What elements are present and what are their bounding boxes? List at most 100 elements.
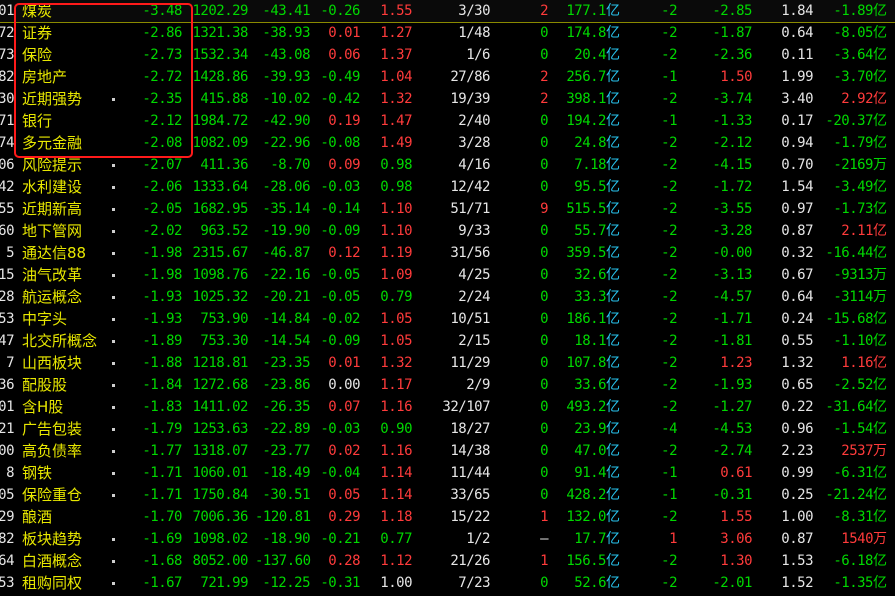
main-net-unit: 亿 <box>873 355 887 371</box>
sector-name[interactable]: 水利建设 <box>22 176 132 198</box>
table-row[interactable]: 30 近期强势 -2.35 415.88 -10.02 -0.42 1.32 19/39 2 39… <box>0 88 895 110</box>
table-row[interactable]: 06 风险提示 -2.07 411.36 -8.70 0.09 0.98 4/16 0 7.18 亿… <box>0 154 895 176</box>
table-row[interactable]: 53 中字头 -1.93 753.90 -14.84 -0.02 1.05 10/51 0 186… <box>0 308 895 330</box>
main-flow-pct: -2.12 <box>712 135 752 151</box>
net-flow-level: -2 <box>661 509 677 525</box>
sector-name[interactable]: 房地产 <box>22 66 132 88</box>
row-code: 05 <box>0 487 15 503</box>
price: 1098.76 <box>192 267 248 283</box>
net-flow-level: -2 <box>661 355 677 371</box>
volume-ratio: 1.37 <box>380 47 412 63</box>
table-row[interactable]: 29 酿酒 -1.70 7006.36 -120.81 0.29 1.18 15/22 1 132… <box>0 506 895 528</box>
sector-name[interactable]: 地下管网 <box>22 220 132 242</box>
change-pct: -1.89 <box>142 333 182 349</box>
sector-name[interactable]: 银行 <box>22 110 132 132</box>
volume-ratio: 1.14 <box>380 465 412 481</box>
sector-name[interactable]: 板块趋势 <box>22 528 132 550</box>
table-row[interactable]: 8 钢铁 -1.71 1060.01 -18.49 -0.04 1.14 11/44 0 91.4… <box>0 462 895 484</box>
net-flow-level: -2 <box>661 135 677 151</box>
table-row[interactable]: 00 高负债率 -1.77 1318.07 -23.77 0.02 1.16 14/38 0 47… <box>0 440 895 462</box>
sector-name[interactable]: 近期强势 <box>22 88 132 110</box>
row-code: 71 <box>0 113 15 129</box>
turnover-rate: 0.64 <box>781 289 813 305</box>
main-net-amount: -8.05 <box>833 25 873 41</box>
table-row[interactable]: 82 房地产 -2.72 1428.86 -39.93 -0.49 1.04 27/86 2 25… <box>0 66 895 88</box>
net-flow-level: -2 <box>661 91 677 107</box>
net-flow-level: -2 <box>661 289 677 305</box>
table-row[interactable]: 74 多元金融 -2.08 1082.09 -22.96 -0.08 1.49 3/28 0 24… <box>0 132 895 154</box>
main-net-unit: 亿 <box>873 245 887 261</box>
sector-name[interactable]: 山西板块 <box>22 352 132 374</box>
leading-count: — <box>540 531 548 547</box>
turnover-rate: 0.17 <box>781 113 813 129</box>
table-row[interactable]: 60 地下管网 -2.02 963.52 -19.90 -0.09 1.10 9/33 0 55.… <box>0 220 895 242</box>
leading-count: 0 <box>540 487 548 503</box>
table-row[interactable]: 01 煤炭 -3.48 1202.29 -43.41 -0.26 1.55 3/30 2 177.… <box>0 0 895 23</box>
table-row[interactable]: 47 北交所概念 -1.89 753.30 -14.54 -0.09 1.05 2/15 0 18… <box>0 330 895 352</box>
net-flow-level: -1 <box>661 465 677 481</box>
change-amount: -22.96 <box>262 135 310 151</box>
sector-name[interactable]: 高负债率 <box>22 440 132 462</box>
sector-name[interactable]: 通达信88 <box>22 242 132 264</box>
sector-name[interactable]: 白酒概念 <box>22 550 132 572</box>
table-row[interactable]: 05 保险重仓 -1.71 1750.84 -30.51 0.05 1.14 33/65 0 42… <box>0 484 895 506</box>
sector-name[interactable]: 配股股 <box>22 374 132 396</box>
custom-sector-marker-icon <box>112 406 115 409</box>
sector-name[interactable]: 酿酒 <box>22 506 132 528</box>
table-row[interactable]: 72 证券 -2.86 1321.38 -38.93 0.01 1.27 1/48 0 174.8… <box>0 22 895 44</box>
table-row[interactable]: 73 保险 -2.73 1532.34 -43.08 0.06 1.37 1/6 0 20.4 亿 -… <box>0 44 895 66</box>
amount-unit: 亿 <box>606 157 620 173</box>
table-row[interactable]: 21 广告包装 -1.79 1253.63 -22.89 -0.03 0.90 18/27 0 2… <box>0 418 895 440</box>
main-flow-pct: -1.87 <box>712 25 752 41</box>
sector-name[interactable]: 油气改革 <box>22 264 132 286</box>
main-net-amount: -3114 <box>833 289 873 305</box>
turnover-rate: 0.22 <box>781 399 813 415</box>
table-row[interactable]: 55 近期新高 -2.05 1682.95 -35.14 -0.14 1.10 51/71 9 5… <box>0 198 895 220</box>
rise-speed: 0.29 <box>328 509 360 525</box>
up-down-count: 2/24 <box>458 289 490 305</box>
table-row[interactable]: 5 通达信88 -1.98 2315.67 -46.87 0.12 1.19 31/56 0 35… <box>0 242 895 264</box>
table-row[interactable]: 64 白酒概念 -1.68 8052.00 -137.60 0.28 1.12 21/26 1 1… <box>0 550 895 572</box>
sector-name[interactable]: 北交所概念 <box>22 330 132 352</box>
table-row[interactable]: 36 配股股 -1.84 1272.68 -23.86 0.00 1.17 2/9 0 33.6 亿… <box>0 374 895 396</box>
table-row[interactable]: 28 航运概念 -1.93 1025.32 -20.21 -0.05 0.79 2/24 0 33… <box>0 286 895 308</box>
sector-name[interactable]: 租购同权 <box>22 572 132 594</box>
row-code: 28 <box>0 289 15 305</box>
amount-unit: 亿 <box>606 25 620 41</box>
sector-name[interactable]: 风险提示 <box>22 154 132 176</box>
turnover-amount: 398.1 <box>566 91 606 107</box>
sector-name[interactable]: 证券 <box>22 22 132 44</box>
turnover-rate: 0.87 <box>781 223 813 239</box>
volume-ratio: 0.98 <box>380 179 412 195</box>
table-row[interactable]: 15 油气改革 -1.98 1098.76 -22.16 -0.05 1.09 4/25 0 32… <box>0 264 895 286</box>
row-code: 36 <box>0 377 15 393</box>
up-down-count: 10/51 <box>450 311 490 327</box>
custom-sector-marker-icon <box>112 252 115 255</box>
leading-count: 0 <box>540 47 548 63</box>
leading-count: 2 <box>540 3 548 19</box>
table-row[interactable]: 01 含H股 -1.83 1411.02 -26.35 0.07 1.16 32/107 0 49… <box>0 396 895 418</box>
price: 1428.86 <box>192 69 248 85</box>
sector-name[interactable]: 中字头 <box>22 308 132 330</box>
change-pct: -2.05 <box>142 201 182 217</box>
change-pct: -3.48 <box>142 3 182 19</box>
sector-name[interactable]: 钢铁 <box>22 462 132 484</box>
sector-name[interactable]: 多元金融 <box>22 132 132 154</box>
leading-count: 0 <box>540 157 548 173</box>
up-down-count: 11/29 <box>450 355 490 371</box>
sector-name[interactable]: 保险重仓 <box>22 484 132 506</box>
turnover-amount: 33.6 <box>574 377 606 393</box>
sector-name[interactable]: 近期新高 <box>22 198 132 220</box>
sector-name[interactable]: 含H股 <box>22 396 132 418</box>
table-row[interactable]: 53 租购同权 -1.67 721.99 -12.25 -0.31 1.00 7/23 0 52.… <box>0 572 895 594</box>
sector-name[interactable]: 煤炭 <box>22 0 132 22</box>
sector-name[interactable]: 广告包装 <box>22 418 132 440</box>
change-amount: -8.70 <box>270 157 310 173</box>
table-row[interactable]: 71 银行 -2.12 1984.72 -42.90 0.19 1.47 2/40 0 194.2… <box>0 110 895 132</box>
table-row[interactable]: 82 板块趋势 -1.69 1098.02 -18.90 -0.21 0.77 1/2 — 17.… <box>0 528 895 550</box>
table-row[interactable]: 7 山西板块 -1.88 1218.81 -23.35 0.01 1.32 11/29 0 107… <box>0 352 895 374</box>
table-row[interactable]: 42 水利建设 -2.06 1333.64 -28.06 -0.03 0.98 12/42 0 9… <box>0 176 895 198</box>
sector-name[interactable]: 保险 <box>22 44 132 66</box>
row-code: 60 <box>0 223 15 239</box>
sector-name[interactable]: 航运概念 <box>22 286 132 308</box>
